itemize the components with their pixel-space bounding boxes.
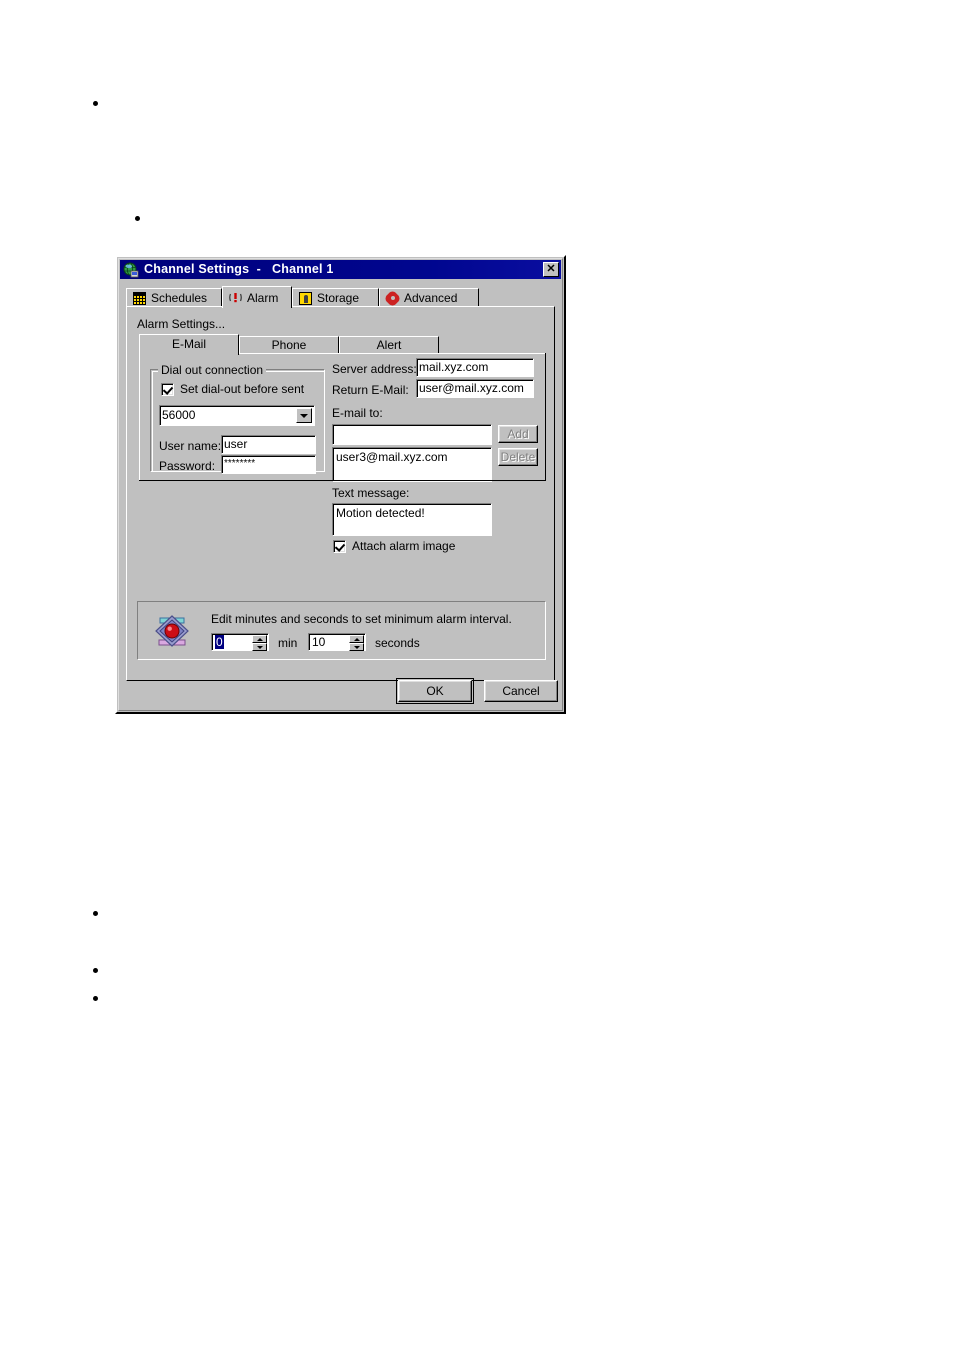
server-address-label: Server address: [332, 362, 417, 376]
email-to-input[interactable] [332, 424, 492, 445]
main-tabstrip: Schedules Alarm Storage Advanced [126, 286, 555, 308]
attach-alarm-image-label: Attach alarm image [352, 539, 456, 553]
username-input[interactable]: user [221, 435, 316, 454]
tab-alarm-label: Alarm [247, 290, 279, 305]
attach-alarm-image-checkbox[interactable] [333, 539, 346, 553]
text-message-label: Text message: [332, 486, 410, 500]
tab-storage-label: Storage [317, 291, 360, 305]
text-message-textarea[interactable]: Motion detected! [332, 503, 492, 536]
password-value: ******** [224, 458, 256, 469]
text-message-value: Motion detected! [336, 506, 425, 520]
dial-out-group-title: Dial out connection [158, 363, 267, 377]
tab-alert[interactable]: Alert [339, 336, 439, 354]
recipient-list-item[interactable]: user3@mail.xyz.com [336, 450, 488, 465]
email-to-label: E-mail to: [332, 406, 383, 420]
tab-alarm[interactable]: Alarm [222, 286, 292, 308]
password-input[interactable]: ******** [221, 455, 316, 474]
globe-icon [123, 262, 139, 278]
seconds-spin-buttons[interactable] [349, 635, 364, 651]
minutes-value: 0 [215, 635, 224, 649]
password-label: Password: [159, 459, 216, 473]
tab-schedules-label: Schedules [151, 291, 208, 305]
minutes-spin-down-icon[interactable] [252, 643, 267, 651]
tab-storage[interactable]: Storage [292, 288, 379, 307]
tab-email[interactable]: E-Mail [139, 334, 239, 355]
seconds-spin-up-icon[interactable] [349, 635, 364, 643]
gear-icon [386, 292, 399, 305]
recipient-list[interactable]: user3@mail.xyz.com [332, 447, 492, 482]
set-dialout-label: Set dial-out before sent [180, 382, 305, 396]
attach-alarm-image-row: Attach alarm image [333, 539, 455, 553]
list-bullet [135, 216, 140, 221]
server-address-input[interactable]: mail.xyz.com [416, 358, 534, 377]
interval-instruction: Edit minutes and seconds to set minimum … [211, 612, 512, 626]
cancel-button[interactable]: Cancel [484, 680, 558, 702]
tab-advanced-label: Advanced [404, 291, 458, 305]
return-email-label: Return E-Mail: [332, 383, 409, 397]
add-recipient-button[interactable]: Add [498, 425, 538, 443]
minutes-spin-buttons[interactable] [252, 635, 267, 651]
tab-advanced[interactable]: Advanced [379, 288, 479, 307]
alarm-speaker-icon [229, 291, 242, 304]
seconds-value: 10 [312, 635, 326, 649]
channel-settings-dialog: Channel Settings - Channel 1 ✕ Schedules… [115, 255, 566, 714]
dialog-titlebar[interactable]: Channel Settings - Channel 1 ✕ [120, 260, 561, 279]
storage-key-icon [299, 291, 312, 305]
seconds-unit-label: seconds [375, 636, 420, 650]
return-email-input[interactable]: user@mail.xyz.com [416, 379, 534, 398]
tab-phone-label: Phone [271, 338, 307, 352]
alarm-interval-panel: Edit minutes and seconds to set minimum … [137, 601, 546, 660]
list-bullet [93, 968, 98, 973]
seconds-stepper[interactable]: 10 [308, 633, 366, 651]
alarm-beacon-icon [153, 612, 191, 650]
minutes-spin-up-icon[interactable] [252, 635, 267, 643]
username-label: User name: [159, 439, 222, 453]
email-settings-panel: Dial out connection Set dial-out before … [139, 353, 546, 553]
chevron-down-icon[interactable] [296, 408, 312, 423]
tab-email-label: E-Mail [171, 337, 206, 351]
close-glyph: ✕ [546, 263, 556, 275]
dialout-speed-combobox[interactable]: 56000 [159, 405, 315, 426]
tab-schedules[interactable]: Schedules [126, 288, 222, 307]
list-bullet [93, 996, 98, 1001]
list-bullet [93, 101, 98, 106]
ok-button[interactable]: OK [396, 678, 474, 704]
dialout-speed-value: 56000 [162, 408, 196, 422]
minutes-stepper[interactable]: 0 [211, 633, 269, 651]
delete-recipient-button[interactable]: Delete [498, 448, 538, 466]
tab-alert-label: Alert [376, 338, 402, 352]
tab-phone[interactable]: Phone [239, 336, 339, 354]
seconds-spin-down-icon[interactable] [349, 643, 364, 651]
dialog-title: Channel Settings - Channel 1 [144, 262, 334, 276]
set-dialout-checkbox[interactable] [161, 382, 174, 396]
minutes-unit-label: min [278, 636, 298, 650]
close-icon[interactable]: ✕ [543, 262, 559, 277]
alarm-subtabstrip: E-Mail Phone Alert [139, 334, 446, 355]
dial-out-connection-group: Dial out connection Set dial-out before … [150, 363, 325, 474]
alarm-settings-caption: Alarm Settings... [137, 317, 226, 331]
list-bullet [93, 911, 98, 916]
calendar-grid-icon [133, 291, 146, 305]
